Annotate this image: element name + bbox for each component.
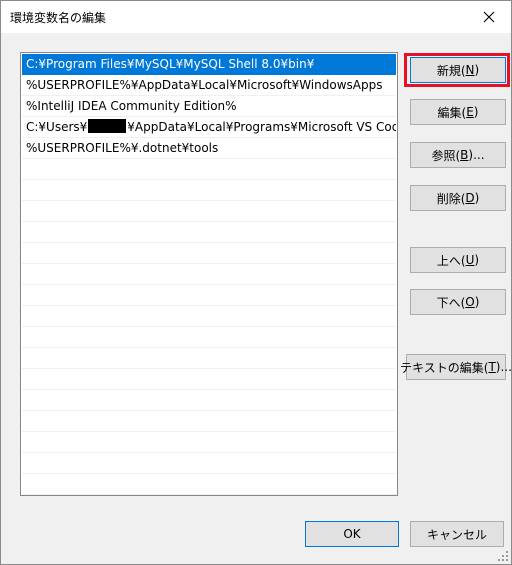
window-title: 環境変数名の編集 bbox=[10, 11, 107, 25]
empty-list-row[interactable] bbox=[22, 327, 396, 348]
move-down-button-suffix: ) bbox=[474, 295, 480, 309]
new-button[interactable]: 新規(N) bbox=[410, 57, 506, 83]
empty-list-row[interactable] bbox=[22, 432, 396, 453]
edit-button-suffix: ) bbox=[473, 105, 479, 119]
empty-list-row[interactable] bbox=[22, 306, 396, 327]
edit-text-button[interactable]: テキストの編集(T)... bbox=[400, 354, 512, 380]
resize-grip-icon[interactable] bbox=[497, 550, 509, 562]
edit-text-button-accesskey: T bbox=[488, 360, 496, 374]
move-down-button[interactable]: 下へ(O) bbox=[410, 289, 506, 315]
redacted-block bbox=[88, 119, 127, 133]
close-button[interactable] bbox=[467, 1, 511, 33]
move-up-button-label: 上へ( bbox=[436, 253, 466, 268]
list-item-text: %USERPROFILE%¥AppData¥Local¥Microsoft¥Wi… bbox=[26, 78, 383, 92]
ok-button[interactable]: OK bbox=[305, 521, 399, 547]
new-button-suffix: ) bbox=[474, 63, 480, 77]
new-button-accesskey: N bbox=[465, 63, 475, 77]
move-up-button-suffix: ) bbox=[474, 253, 480, 267]
list-item-text-before: C:¥Users¥ bbox=[26, 120, 88, 134]
list-item-text-after: ¥AppData¥Local¥Programs¥Microsoft VS Cod… bbox=[127, 120, 396, 134]
edit-button[interactable]: 編集(E) bbox=[410, 99, 506, 125]
edit-text-button-suffix: )... bbox=[495, 360, 512, 374]
empty-list-row[interactable] bbox=[22, 159, 396, 180]
empty-list-row[interactable] bbox=[22, 453, 396, 474]
cancel-button[interactable]: キャンセル bbox=[410, 521, 504, 547]
empty-list-row[interactable] bbox=[22, 348, 396, 369]
empty-list-row[interactable] bbox=[22, 222, 396, 243]
list-item-text: %IntelliJ IDEA Community Edition% bbox=[26, 99, 237, 113]
new-button-label: 新規( bbox=[436, 63, 466, 78]
edit-env-variable-dialog: 環境変数名の編集 C:¥Program Files¥MySQL¥MySQL Sh… bbox=[0, 0, 512, 565]
edit-text-button-label: テキストの編集( bbox=[400, 360, 489, 375]
list-item[interactable]: %IntelliJ IDEA Community Edition% bbox=[22, 96, 396, 117]
browse-button-label: 参照( bbox=[431, 148, 461, 163]
path-list[interactable]: C:¥Program Files¥MySQL¥MySQL Shell 8.0¥b… bbox=[20, 52, 398, 496]
empty-list-row[interactable] bbox=[22, 201, 396, 222]
move-down-button-label: 下へ( bbox=[436, 295, 466, 310]
delete-button[interactable]: 削除(D) bbox=[410, 185, 506, 211]
list-item[interactable]: %USERPROFILE%¥AppData¥Local¥Microsoft¥Wi… bbox=[22, 75, 396, 96]
move-up-button[interactable]: 上へ(U) bbox=[410, 247, 506, 273]
browse-button[interactable]: 参照(B)... bbox=[410, 142, 506, 168]
list-item[interactable]: C:¥Users¥ ¥AppData¥Local¥Programs¥Microso… bbox=[22, 117, 396, 138]
delete-button-suffix: ) bbox=[474, 191, 480, 205]
list-item-text: C:¥Program Files¥MySQL¥MySQL Shell 8.0¥b… bbox=[26, 57, 315, 71]
browse-button-suffix: )... bbox=[468, 148, 485, 162]
empty-list-row[interactable] bbox=[22, 243, 396, 264]
empty-list-row[interactable] bbox=[22, 390, 396, 411]
title-bar[interactable]: 環境変数名の編集 bbox=[1, 1, 511, 33]
empty-list-row[interactable] bbox=[22, 411, 396, 432]
empty-list-row[interactable] bbox=[22, 285, 396, 306]
move-up-button-accesskey: U bbox=[465, 253, 475, 267]
list-item-text: %USERPROFILE%¥.dotnet¥tools bbox=[26, 141, 219, 155]
edit-button-label: 編集( bbox=[437, 105, 467, 120]
empty-list-row[interactable] bbox=[22, 474, 396, 495]
delete-button-accesskey: D bbox=[465, 191, 475, 205]
list-item[interactable]: %USERPROFILE%¥.dotnet¥tools bbox=[22, 138, 396, 159]
edit-button-accesskey: E bbox=[466, 105, 474, 119]
browse-button-accesskey: B bbox=[460, 148, 469, 162]
empty-list-row[interactable] bbox=[22, 264, 396, 285]
delete-button-label: 削除( bbox=[436, 191, 466, 206]
empty-list-row[interactable] bbox=[22, 180, 396, 201]
move-down-button-accesskey: O bbox=[465, 295, 475, 309]
list-item[interactable]: C:¥Program Files¥MySQL¥MySQL Shell 8.0¥b… bbox=[22, 54, 396, 75]
ok-button-label: OK bbox=[343, 527, 361, 541]
cancel-button-label: キャンセル bbox=[426, 527, 487, 542]
close-icon bbox=[483, 11, 495, 23]
empty-list-row[interactable] bbox=[22, 369, 396, 390]
